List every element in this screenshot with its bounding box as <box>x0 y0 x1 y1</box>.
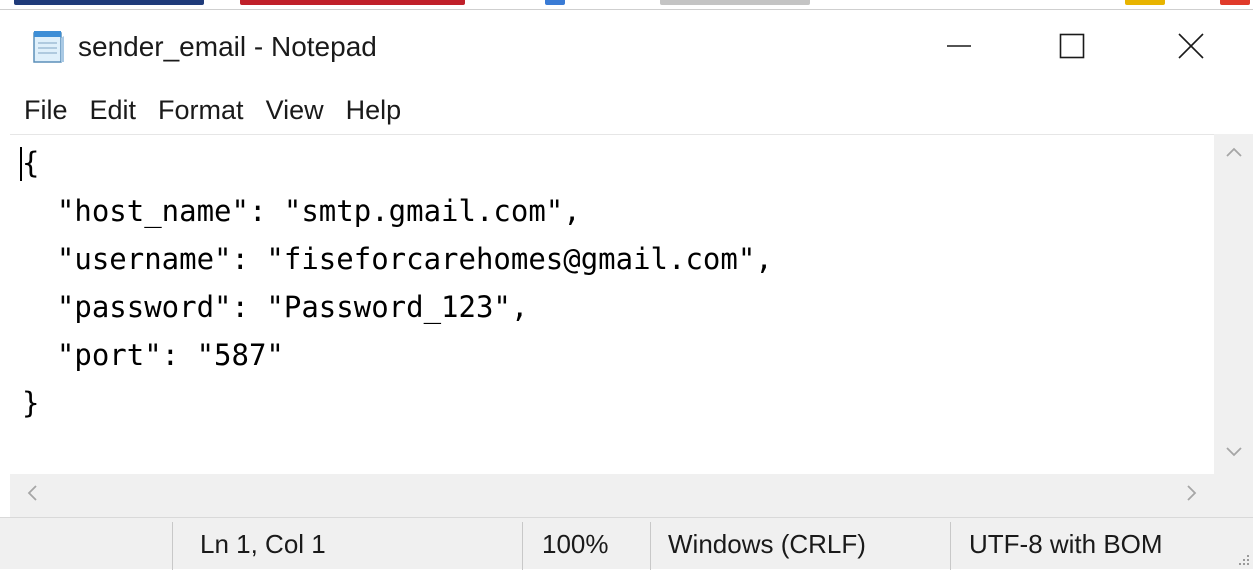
resize-grip-icon[interactable] <box>1235 551 1251 567</box>
background-fragment <box>14 0 204 5</box>
editor-line: { <box>22 146 40 180</box>
menu-bar: File Edit Format View Help <box>0 86 1253 134</box>
editor-line: "port": "587" <box>22 338 284 372</box>
status-zoom: 100% <box>542 529 609 559</box>
text-caret <box>20 147 22 181</box>
minimize-icon <box>946 33 972 64</box>
editor-line: } <box>22 386 40 420</box>
status-position: Ln 1, Col 1 <box>200 529 326 559</box>
scroll-down-button[interactable] <box>1214 434 1253 474</box>
menu-view[interactable]: View <box>255 86 335 134</box>
notepad-icon <box>31 28 65 64</box>
scrollbar-corner <box>1214 474 1253 517</box>
notepad-window: sender_email - Notepad File Edit Format … <box>0 9 1253 570</box>
menu-file[interactable]: File <box>13 86 79 134</box>
close-button[interactable] <box>1129 10 1253 86</box>
status-encoding: UTF-8 with BOM <box>969 529 1163 559</box>
horizontal-scrollbar[interactable] <box>10 474 1214 517</box>
maximize-icon <box>1059 33 1085 64</box>
vertical-scrollbar[interactable] <box>1214 134 1253 474</box>
text-editor[interactable]: { "host_name": "smtp.gmail.com", "userna… <box>10 134 1214 475</box>
editor-line: "password": "Password_123", <box>22 290 529 324</box>
background-fragment <box>1220 0 1250 5</box>
background-fragment <box>660 0 810 5</box>
window-title: sender_email - Notepad <box>78 31 377 62</box>
close-icon <box>1178 32 1204 64</box>
menu-edit[interactable]: Edit <box>79 86 148 134</box>
editor-line: "host_name": "smtp.gmail.com", <box>22 194 581 228</box>
chevron-down-icon <box>1225 445 1243 463</box>
menu-help[interactable]: Help <box>335 86 413 134</box>
background-fragment <box>545 0 565 5</box>
chevron-left-icon <box>26 484 38 507</box>
editor-line: "username": "fiseforcarehomes@gmail.com"… <box>22 242 773 276</box>
editor-content[interactable]: { "host_name": "smtp.gmail.com", "userna… <box>22 139 773 427</box>
background-fragment <box>1125 0 1165 5</box>
menu-format[interactable]: Format <box>147 86 255 134</box>
scroll-left-button[interactable] <box>10 474 54 517</box>
scroll-up-button[interactable] <box>1214 134 1253 174</box>
maximize-button[interactable] <box>1016 10 1128 86</box>
minimize-button[interactable] <box>903 10 1015 86</box>
status-bar: Ln 1, Col 1 100% Windows (CRLF) UTF-8 wi… <box>0 517 1253 570</box>
background-fragment <box>240 0 465 5</box>
chevron-right-icon <box>1186 484 1198 507</box>
title-bar[interactable]: sender_email - Notepad <box>0 10 1253 86</box>
status-line-ending: Windows (CRLF) <box>668 529 866 559</box>
chevron-up-icon <box>1225 145 1243 163</box>
scroll-right-button[interactable] <box>1170 474 1214 517</box>
